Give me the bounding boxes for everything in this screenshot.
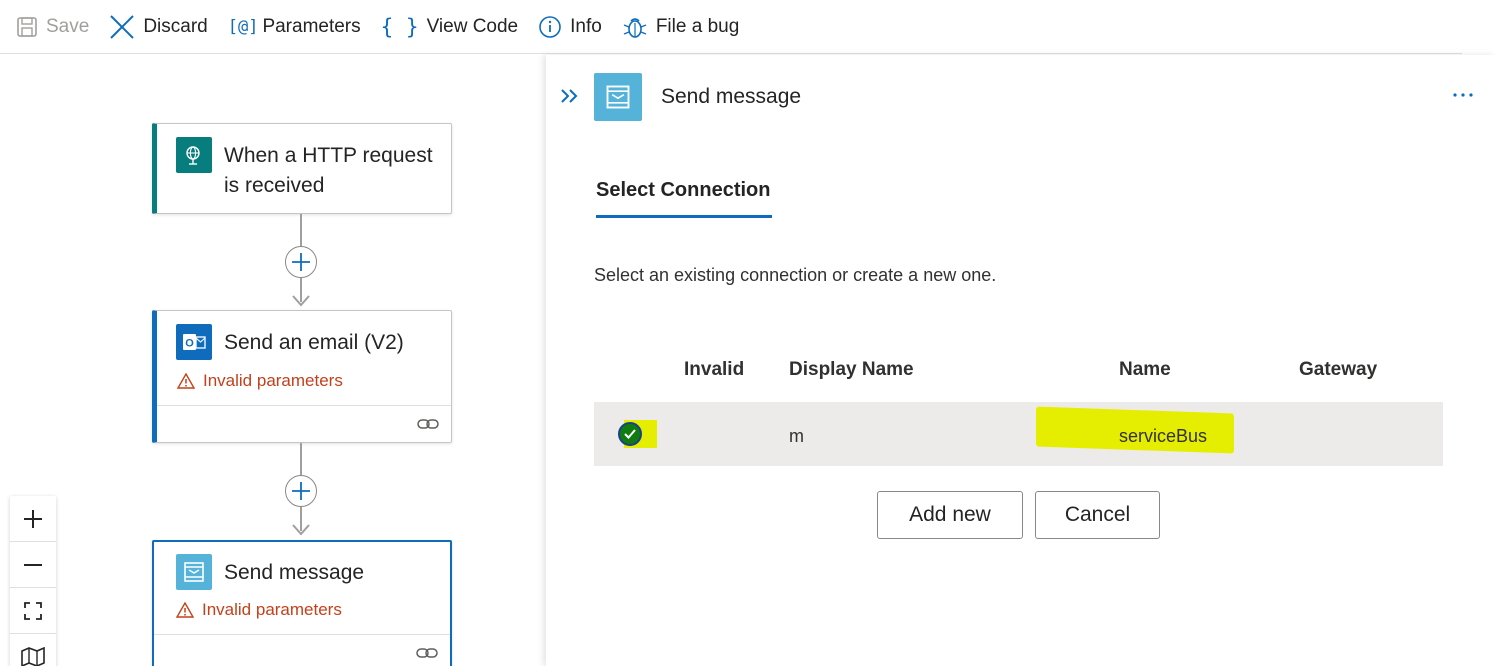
card-footer — [157, 405, 451, 443]
action-card-send-message[interactable]: Send message Invalid parameters — [152, 540, 452, 666]
warning-icon — [176, 602, 194, 618]
more-options-icon[interactable] — [1452, 81, 1474, 104]
info-button[interactable]: Info — [538, 0, 602, 54]
link-icon[interactable] — [416, 645, 438, 661]
svg-text:O: O — [185, 338, 194, 350]
code-braces-icon: { } — [380, 14, 419, 39]
connection-row[interactable]: m serviceBus — [594, 402, 1443, 466]
fit-view-icon — [24, 601, 42, 620]
email-warning-text: Invalid parameters — [203, 371, 343, 390]
arrow-down-icon — [292, 295, 310, 307]
close-icon — [109, 14, 135, 40]
plus-icon — [292, 253, 310, 271]
card-footer — [154, 634, 450, 666]
trigger-title-line1: When a HTTP request — [224, 144, 433, 167]
parameters-button[interactable]: [@] Parameters — [228, 0, 361, 54]
send-message-card-title: Send message — [224, 561, 365, 584]
service-bus-icon — [594, 73, 642, 121]
name-cell: serviceBus — [1119, 426, 1208, 446]
column-header-invalid: Invalid — [684, 359, 745, 380]
designer-toolbar: Save Discard [@] Parameters { } View Cod… — [0, 0, 1462, 54]
send-message-warning-text: Invalid parameters — [202, 600, 342, 619]
trigger-card-http-request[interactable]: When a HTTP request is received — [152, 123, 452, 214]
discard-button[interactable]: Discard — [109, 0, 208, 54]
file-bug-button[interactable]: File a bug — [622, 0, 739, 54]
service-bus-icon — [176, 554, 212, 590]
info-label: Info — [570, 15, 602, 37]
column-header-display-name: Display Name — [789, 359, 914, 380]
panel-title[interactable]: Send message — [661, 85, 801, 109]
tab-select-connection[interactable]: Select Connection — [596, 179, 770, 202]
parameters-label: Parameters — [262, 15, 361, 37]
arrow-down-icon — [292, 524, 310, 536]
connection-description: Select an existing connection or create … — [594, 265, 997, 285]
parameters-icon: [@] — [227, 16, 259, 37]
minimap-button[interactable] — [10, 634, 56, 666]
panel-header: Send message — [546, 55, 1496, 145]
save-icon — [16, 16, 38, 38]
view-code-button[interactable]: { } View Code — [381, 0, 518, 54]
trigger-title-line2: is received — [224, 174, 325, 197]
bug-icon — [622, 14, 648, 40]
zoom-out-button[interactable] — [10, 542, 56, 588]
email-card-title: Send an email (V2) — [224, 331, 404, 354]
save-label: Save — [46, 15, 90, 37]
tab-underline — [596, 215, 772, 218]
save-button[interactable]: Save — [16, 0, 89, 54]
column-header-name: Name — [1119, 359, 1171, 380]
file-bug-label: File a bug — [655, 15, 740, 37]
plus-icon — [292, 482, 310, 500]
minus-icon — [24, 563, 42, 566]
fit-view-button[interactable] — [10, 588, 56, 634]
link-icon[interactable] — [417, 416, 439, 432]
warning-icon — [177, 373, 195, 389]
zoom-in-button[interactable] — [10, 496, 56, 542]
canvas-controls — [10, 496, 56, 666]
discard-label: Discard — [143, 15, 208, 37]
collapse-panel-icon[interactable] — [560, 87, 580, 110]
view-code-label: View Code — [426, 15, 519, 37]
outlook-icon: O — [176, 324, 212, 360]
map-icon — [21, 647, 45, 666]
insert-step-button[interactable] — [285, 246, 317, 278]
cancel-button[interactable]: Cancel — [1035, 491, 1160, 539]
http-request-icon — [176, 137, 212, 173]
info-icon — [538, 15, 562, 39]
display-name-cell: m — [789, 426, 804, 446]
column-header-gateway: Gateway — [1299, 359, 1378, 380]
plus-icon — [24, 509, 42, 528]
details-panel: Send message Select Connection Select an… — [546, 55, 1496, 666]
valid-check-icon — [618, 422, 642, 446]
action-card-send-email[interactable]: O Send an email (V2) Invalid parameters — [152, 310, 452, 443]
insert-step-button[interactable] — [285, 475, 317, 507]
add-new-button[interactable]: Add new — [877, 491, 1023, 539]
